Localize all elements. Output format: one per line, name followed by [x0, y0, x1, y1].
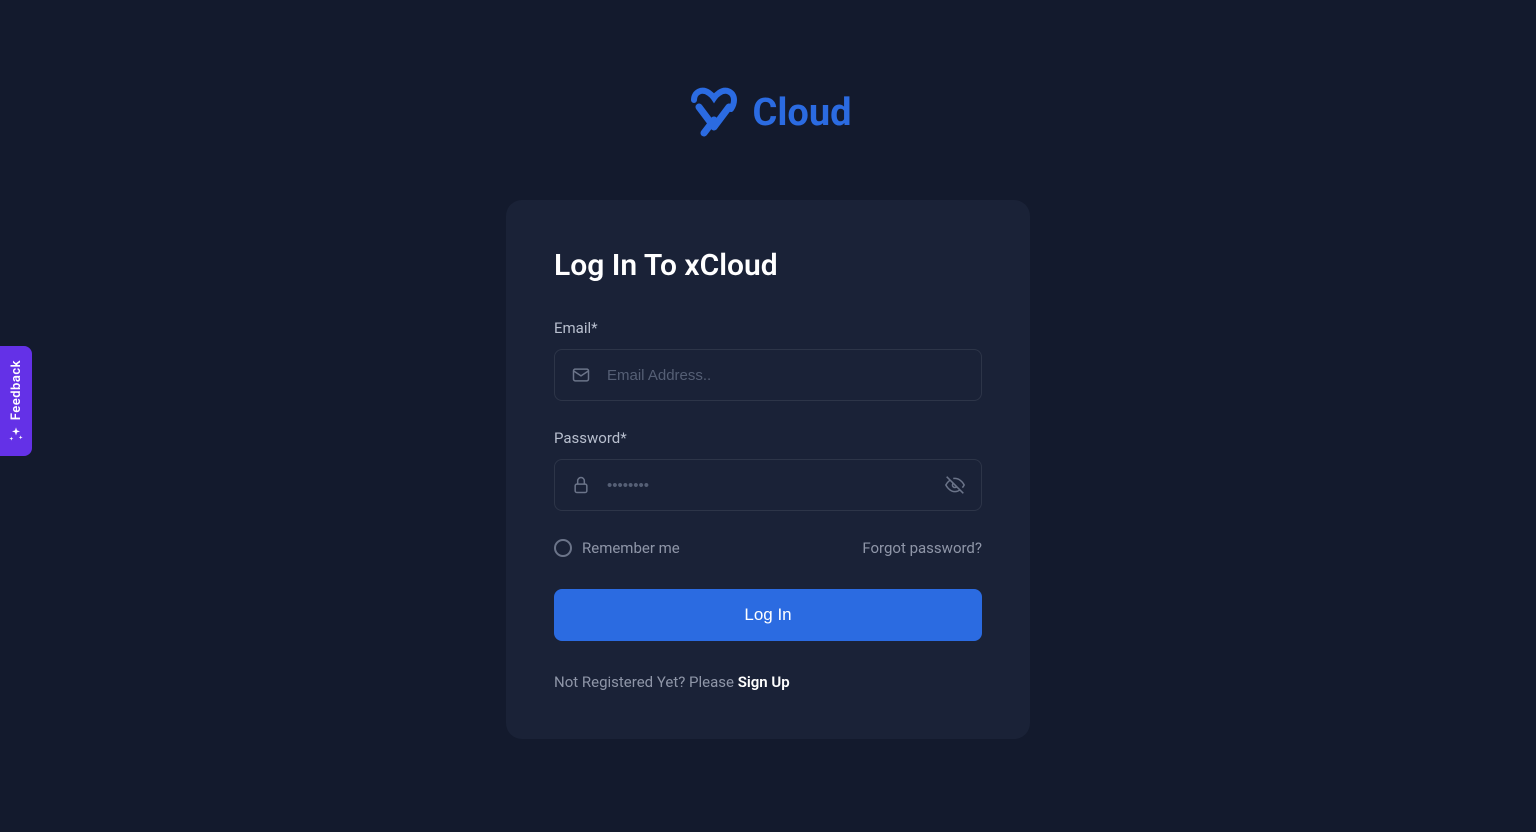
password-visibility-toggle[interactable] — [929, 475, 981, 495]
lock-icon — [555, 475, 607, 495]
signup-link[interactable]: Sign Up — [738, 673, 790, 691]
remember-me-checkbox[interactable]: Remember me — [554, 539, 680, 557]
password-label: Password* — [554, 429, 982, 447]
remember-me-label: Remember me — [582, 539, 680, 557]
logo-text: Cloud — [752, 91, 851, 135]
form-options: Remember me Forgot password? — [554, 539, 982, 557]
login-card: Log In To xCloud Email* Password* — [506, 200, 1030, 739]
login-button[interactable]: Log In — [554, 589, 982, 641]
email-group: Email* — [554, 319, 982, 401]
logo: Cloud — [684, 85, 851, 140]
password-field[interactable] — [607, 460, 929, 510]
email-icon — [555, 365, 607, 385]
password-group: Password* — [554, 429, 982, 511]
xcloud-heart-icon — [684, 85, 744, 140]
email-field[interactable] — [607, 350, 981, 400]
page-title: Log In To xCloud — [554, 248, 982, 283]
checkbox-circle-icon — [554, 539, 572, 557]
signup-prompt: Not Registered Yet? Please Sign Up — [554, 673, 982, 691]
email-input-wrapper — [554, 349, 982, 401]
feedback-label: Feedback — [9, 360, 24, 420]
signup-prefix: Not Registered Yet? Please — [554, 673, 738, 691]
email-label: Email* — [554, 319, 982, 337]
sparkle-icon — [8, 426, 24, 442]
eye-off-icon — [945, 475, 965, 495]
feedback-button[interactable]: Feedback — [0, 346, 32, 456]
password-input-wrapper — [554, 459, 982, 511]
forgot-password-link[interactable]: Forgot password? — [862, 539, 982, 557]
